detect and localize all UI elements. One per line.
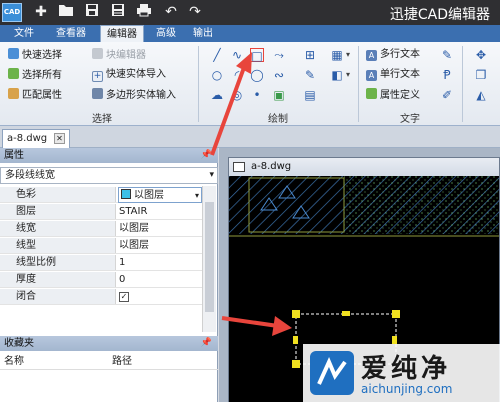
annotation-arrow <box>221 316 279 328</box>
annotation-arrowhead <box>272 316 292 336</box>
annotation-arrow <box>210 61 248 156</box>
watermark-logo-icon <box>310 351 354 395</box>
watermark-brand: 爱纯净 <box>361 354 452 384</box>
annotation-overlay <box>210 52 292 336</box>
watermark: 爱纯净 aichunjing.com <box>303 344 500 402</box>
watermark-url: aichunjing.com <box>361 382 453 396</box>
